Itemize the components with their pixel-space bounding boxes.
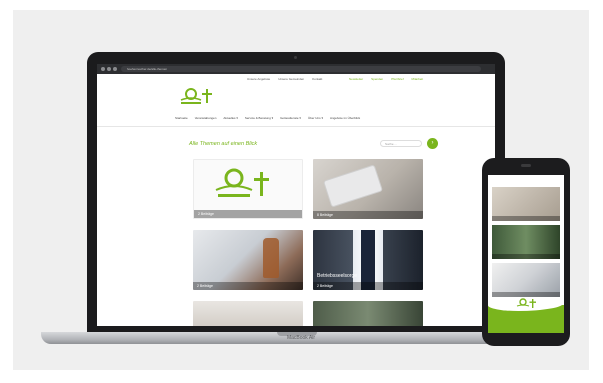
top-links-right: Newsletter Spenden Pfarrbrief Mitarbeit — [349, 77, 423, 81]
topic-card[interactable] — [193, 301, 303, 326]
laptop-screen: hoehenreuther.de/alle-themen Unsere Ange… — [97, 64, 495, 326]
nav-item[interactable]: Aktuelles ▾ — [223, 116, 238, 120]
top-link[interactable]: Pfarrbrief — [391, 77, 403, 81]
topic-card[interactable]: 8 Beiträge — [313, 159, 423, 219]
address-bar[interactable]: hoehenreuther.de/alle-themen — [121, 66, 481, 72]
phone-card-label — [492, 254, 560, 259]
top-link[interactable]: Kontakt — [312, 77, 322, 81]
topic-card[interactable]: 2 Beiträge — [193, 230, 303, 290]
header-divider — [97, 126, 495, 127]
topic-card[interactable]: Betriebsseelsorge 2 Beiträge — [313, 230, 423, 290]
card-title: Betriebsseelsorge — [317, 273, 358, 279]
card-count: 8 Beiträge — [313, 211, 423, 219]
card-count: 2 Beiträge — [194, 210, 302, 218]
top-link[interactable]: Mitarbeit — [412, 77, 424, 81]
top-link[interactable]: Unsere Angebote — [247, 77, 270, 81]
card-count: 2 Beiträge — [193, 282, 303, 290]
page-title: Alle Themen auf einen Blick — [189, 141, 258, 147]
phone-camera — [521, 164, 531, 167]
nav-item[interactable]: Angebote im Überblick — [330, 116, 360, 120]
laptop-lid: hoehenreuther.de/alle-themen Unsere Ange… — [87, 52, 505, 338]
tie-image — [361, 230, 375, 290]
phone — [482, 158, 570, 346]
search-button[interactable]: › — [427, 138, 438, 149]
camera-dot — [294, 56, 297, 59]
top-links: Unsere Angebote Unsere Gemeinden Kontakt — [247, 77, 322, 81]
phone-screen — [488, 175, 564, 333]
main-nav: Startseite Veranstaltungen Aktuelles ▾ S… — [175, 116, 360, 120]
reload-icon[interactable] — [113, 67, 117, 71]
keyboard-image — [324, 165, 382, 207]
top-link[interactable]: Unsere Gemeinden — [278, 77, 304, 81]
top-link[interactable]: Newsletter — [349, 77, 363, 81]
forward-icon[interactable] — [107, 67, 111, 71]
card-count: 2 Beiträge — [313, 282, 423, 290]
top-link[interactable]: Spenden — [371, 77, 383, 81]
nav-item[interactable]: Startseite — [175, 116, 188, 120]
topic-card[interactable]: 2 Beiträge — [193, 159, 303, 219]
back-icon[interactable] — [101, 67, 105, 71]
site-logo[interactable] — [177, 86, 217, 108]
search-input[interactable]: Suche ... — [380, 140, 422, 147]
nav-item[interactable]: Service & Beratung ▾ — [245, 116, 273, 120]
phone-logo — [516, 298, 536, 308]
nav-item[interactable]: Gottesdienste ▾ — [280, 116, 301, 120]
phone-card-label — [492, 216, 560, 221]
bottle-image — [263, 238, 279, 278]
browser-chrome: hoehenreuther.de/alle-themen — [97, 64, 495, 74]
nav-item[interactable]: Über Uns ▾ — [308, 116, 323, 120]
mockup-background: hoehenreuther.de/alle-themen Unsere Ange… — [13, 10, 589, 370]
nav-item[interactable]: Veranstaltungen — [195, 116, 217, 120]
topic-card[interactable] — [313, 301, 423, 326]
